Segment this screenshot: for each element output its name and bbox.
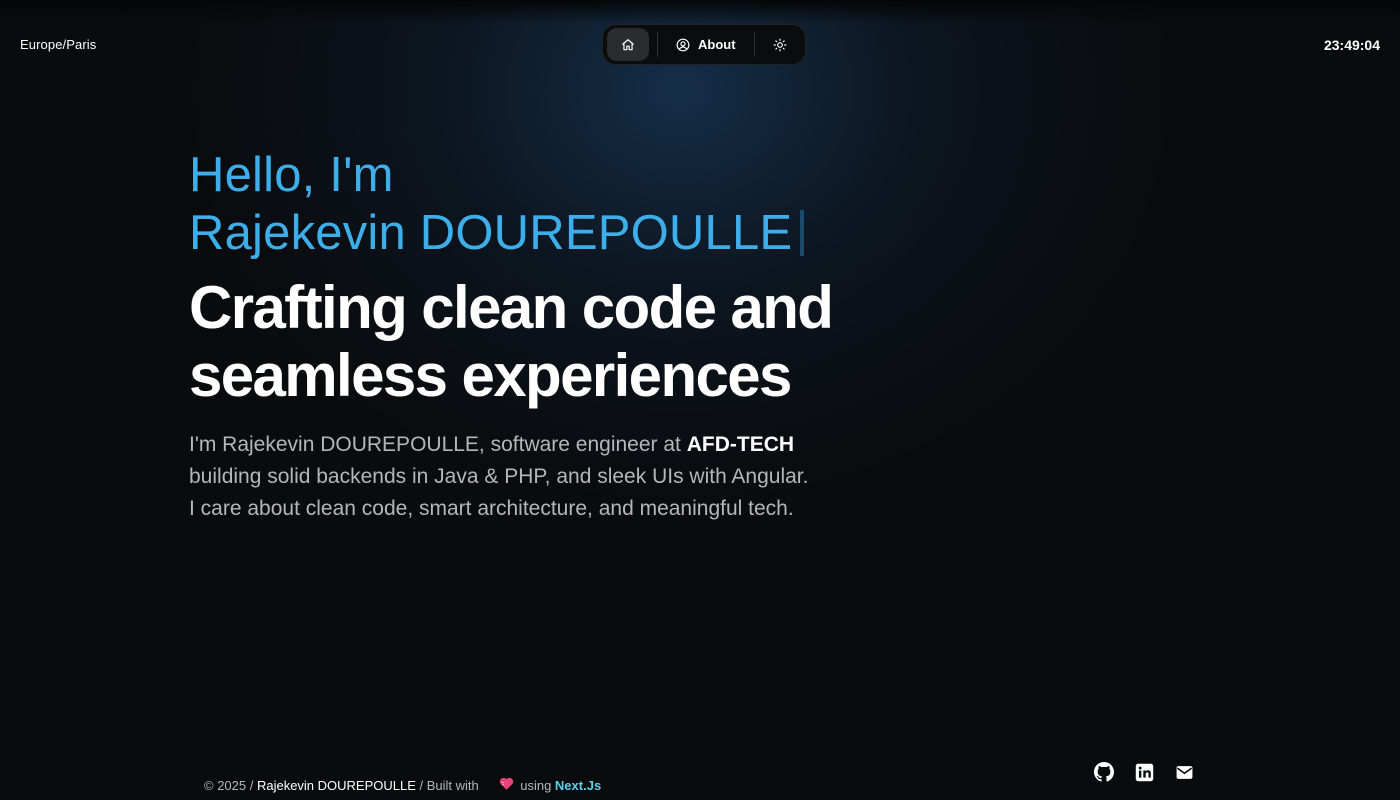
headline: Crafting clean code and seamless experie… (189, 274, 949, 410)
mail-icon (1176, 765, 1192, 779)
company-name: AFD-TECH (686, 433, 795, 456)
social-links (1094, 762, 1194, 782)
footer-author: Rajekevin DOUREPOULLE (256, 777, 416, 793)
linkedin-link[interactable] (1134, 762, 1154, 782)
intro-paragraph: I'm Rajekevin DOUREPOULLE, software engi… (189, 429, 929, 525)
nav-about-button[interactable]: About (666, 28, 746, 61)
nav-about-label: About (698, 37, 736, 52)
nav-divider (657, 32, 658, 57)
built-with-text: / Built with (415, 777, 479, 793)
github-icon (1094, 762, 1114, 782)
timezone-label: Europe/Paris (20, 37, 97, 52)
hero-section: Hello, I'm Rajekevin DOUREPOULLE Craftin… (189, 146, 949, 525)
sun-icon (773, 38, 786, 51)
copyright-text: © 2025 / (204, 777, 257, 793)
intro-text-2: building solid backends in Java & PHP, a… (189, 465, 809, 488)
intro-text-1: I'm Rajekevin DOUREPOULLE, software engi… (189, 433, 687, 456)
home-icon (622, 38, 634, 50)
headline-line-1: Crafting clean code and (189, 274, 834, 341)
nextjs-link[interactable]: Next.Js (555, 778, 601, 793)
hero-name: Rajekevin DOUREPOULLE (189, 206, 793, 260)
top-shade (0, 0, 1400, 24)
user-circle-icon (676, 38, 690, 51)
intro-text-3: I care about clean code, smart architect… (189, 497, 794, 520)
email-link[interactable] (1174, 762, 1194, 782)
github-link[interactable] (1094, 762, 1114, 782)
footer: © 2025 / Rajekevin DOUREPOULLE / Built w… (204, 762, 601, 800)
name-line: Rajekevin DOUREPOULLE (189, 204, 949, 262)
headline-line-2: seamless experiences (189, 342, 792, 409)
nav-home-button[interactable] (607, 28, 649, 61)
clock: 23:49:04 (1323, 37, 1380, 53)
theme-toggle-button[interactable] (763, 28, 797, 61)
linkedin-icon (1135, 763, 1153, 781)
greeting: Hello, I'm (189, 148, 394, 202)
nav-divider (753, 32, 755, 57)
typing-cursor (800, 210, 805, 256)
heart-icon (485, 762, 514, 800)
main-nav: About (602, 24, 806, 65)
using-text: using (520, 777, 555, 793)
